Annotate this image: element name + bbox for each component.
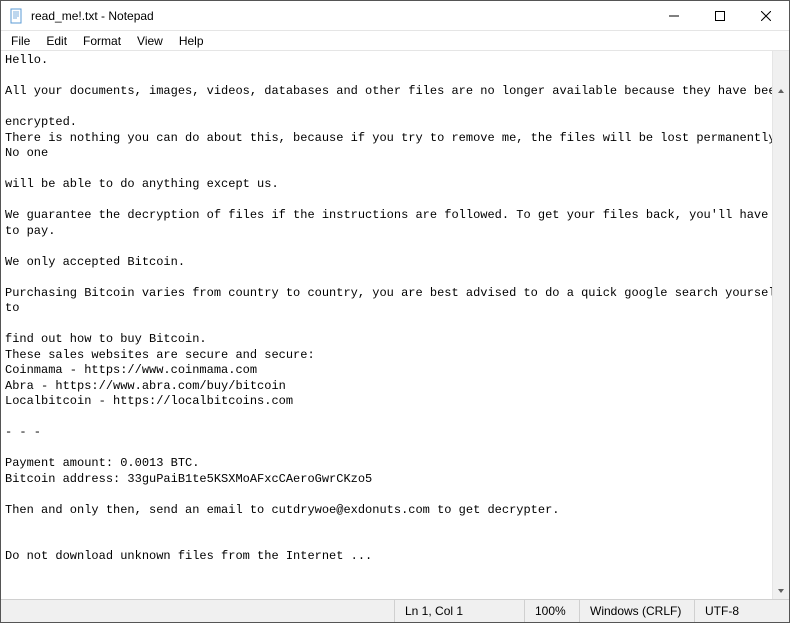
maximize-button[interactable] <box>697 1 743 30</box>
close-button[interactable] <box>743 1 789 30</box>
menubar: File Edit Format View Help <box>1 31 789 51</box>
status-encoding: UTF-8 <box>694 600 789 622</box>
status-zoom: 100% <box>524 600 579 622</box>
menu-help[interactable]: Help <box>171 32 212 50</box>
status-position: Ln 1, Col 1 <box>394 600 524 622</box>
menu-edit[interactable]: Edit <box>38 32 75 50</box>
vertical-scrollbar[interactable] <box>772 51 789 599</box>
status-line-ending: Windows (CRLF) <box>579 600 694 622</box>
titlebar: read_me!.txt - Notepad <box>1 1 789 31</box>
window-controls <box>651 1 789 30</box>
scroll-down-icon[interactable] <box>773 582 789 599</box>
statusbar: Ln 1, Col 1 100% Windows (CRLF) UTF-8 <box>1 599 789 622</box>
text-editor[interactable]: Hello. All your documents, images, video… <box>1 51 789 599</box>
window-title: read_me!.txt - Notepad <box>31 9 651 23</box>
menu-format[interactable]: Format <box>75 32 129 50</box>
menu-view[interactable]: View <box>129 32 171 50</box>
editor-content: Hello. All your documents, images, video… <box>5 53 789 563</box>
minimize-button[interactable] <box>651 1 697 30</box>
menu-file[interactable]: File <box>3 32 38 50</box>
scroll-up-icon[interactable] <box>773 82 789 99</box>
notepad-icon <box>9 8 25 24</box>
